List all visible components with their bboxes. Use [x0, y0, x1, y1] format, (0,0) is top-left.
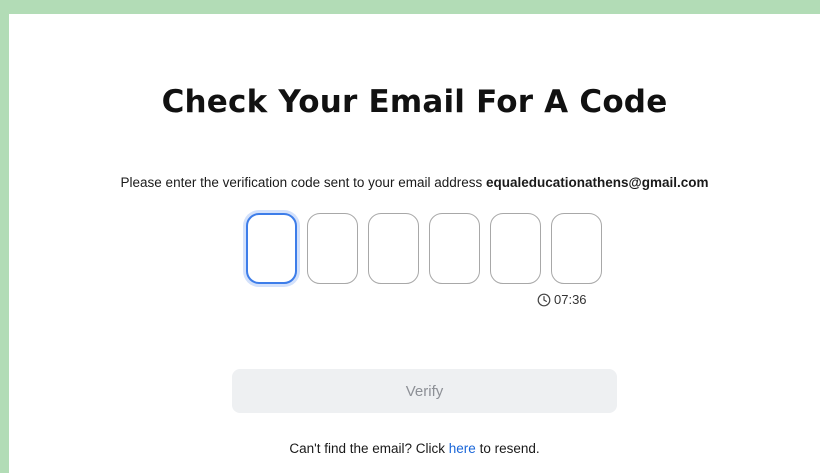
- timer-value: 07:36: [554, 292, 587, 307]
- countdown-timer: 07:36: [537, 292, 587, 307]
- page-title: Check Your Email For A Code: [161, 84, 668, 120]
- instructions-text: Please enter the verification code sent …: [9, 175, 820, 190]
- code-digit-3[interactable]: [368, 213, 419, 284]
- resend-prefix: Can't find the email? Click: [289, 441, 446, 456]
- verify-button[interactable]: Verify: [232, 369, 617, 413]
- code-input-group: [246, 213, 602, 284]
- resend-text: Can't find the email? Click here to rese…: [9, 441, 820, 456]
- instructions-label: Please enter the verification code sent …: [120, 175, 483, 190]
- clock-icon: [537, 293, 551, 307]
- verification-card: Check Your Email For A Code Please enter…: [9, 14, 820, 473]
- code-digit-5[interactable]: [490, 213, 541, 284]
- code-digit-6[interactable]: [551, 213, 602, 284]
- code-digit-1[interactable]: [246, 213, 297, 284]
- email-address: equaleducationathens@gmail.com: [486, 175, 709, 190]
- code-digit-2[interactable]: [307, 213, 358, 284]
- resend-link[interactable]: here: [449, 441, 476, 456]
- resend-suffix: to resend.: [479, 441, 540, 456]
- code-digit-4[interactable]: [429, 213, 480, 284]
